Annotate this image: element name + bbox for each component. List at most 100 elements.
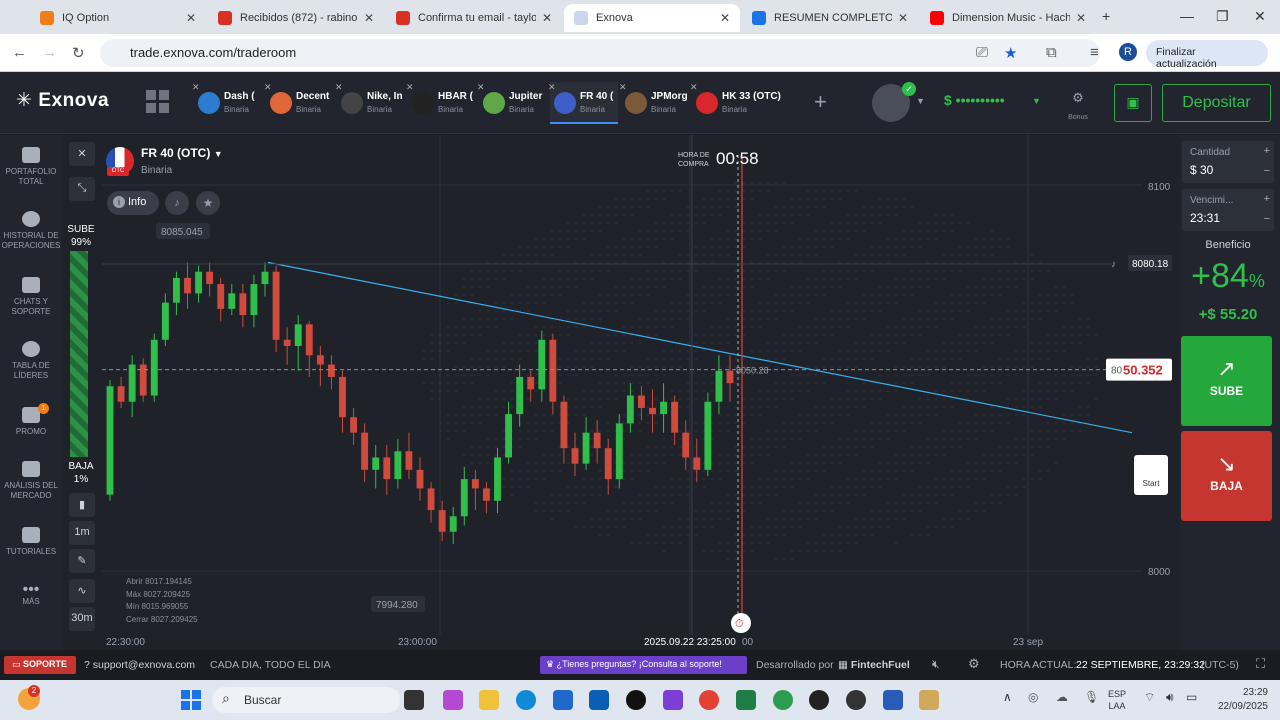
close-asset-icon[interactable]: ✕ bbox=[192, 82, 200, 93]
asset-tab[interactable]: ✕ HK 33 (OTC) Binaria bbox=[690, 82, 781, 124]
browser-tab[interactable]: Confirma tu email - taylor ✕ bbox=[386, 4, 562, 32]
support-promo-banner[interactable]: ♛ ¿Tienes preguntas? ¡Consulta al soport… bbox=[540, 656, 747, 674]
minimize-icon[interactable]: — bbox=[1180, 8, 1194, 24]
tray-chevron-icon[interactable]: ∧ bbox=[1003, 690, 1012, 704]
support-email[interactable]: ? support@exnova.com bbox=[84, 659, 195, 671]
trading-chart[interactable]: 8100 8000 22:30:00 23:00:00 2025.09.22 23:25… bbox=[62, 135, 1180, 650]
asset-selector[interactable]: FR 40 (OTC) ▼ bbox=[141, 146, 223, 160]
tab-close-icon[interactable]: ✕ bbox=[542, 11, 552, 25]
expiry-field[interactable]: Vencimi... 23:31 + − bbox=[1182, 189, 1274, 231]
timeframe-button[interactable]: 1m bbox=[69, 521, 95, 545]
balance-chevron-icon[interactable]: ▼ bbox=[1032, 96, 1041, 106]
asset-tab[interactable]: ✕ Nike, In Binaria bbox=[335, 82, 405, 124]
close-chart-button[interactable]: ✕ bbox=[69, 142, 95, 166]
profile-avatar[interactable]: R bbox=[1119, 43, 1137, 61]
media-icon[interactable]: ≡ bbox=[1090, 44, 1099, 61]
sidebar-item-history[interactable]: HISTORIAL DE OPERACIONES bbox=[0, 211, 62, 251]
app-icon[interactable] bbox=[846, 690, 866, 710]
sidebar-item-leaderboard[interactable]: TABLA DE LÍDERES bbox=[0, 341, 62, 381]
tab-close-icon[interactable]: ✕ bbox=[898, 11, 908, 25]
fintechfuel-link[interactable]: ▦ FintechFuel bbox=[838, 659, 910, 671]
sidebar-item-market-analysis[interactable]: ANÁLISIS DEL MERCADO bbox=[0, 461, 62, 501]
language-indicator[interactable]: ESP LAA bbox=[1108, 688, 1126, 712]
wifi-icon[interactable]: ⌔ bbox=[1144, 690, 1155, 705]
sidebar-item-more[interactable]: ••• MÁS bbox=[0, 582, 62, 607]
windows-start-icon[interactable] bbox=[181, 690, 201, 710]
asset-tab[interactable]: ✕ Decent Binaria bbox=[264, 82, 334, 124]
system-clock[interactable]: 23:29 22/09/2025 bbox=[1206, 686, 1268, 714]
minus-icon[interactable]: − bbox=[1264, 213, 1270, 225]
onedrive-icon[interactable]: ☁ bbox=[1056, 690, 1068, 704]
add-asset-icon[interactable]: + bbox=[814, 89, 827, 115]
asset-tab[interactable]: ✕ Jupiter Binaria bbox=[477, 82, 547, 124]
start-widget[interactable]: Start bbox=[1134, 455, 1168, 495]
task-view-icon[interactable] bbox=[404, 690, 424, 710]
app-icon[interactable] bbox=[626, 690, 646, 710]
install-app-icon[interactable]: ⎚ bbox=[976, 44, 988, 61]
paint-icon[interactable] bbox=[919, 690, 939, 710]
chrome-profile-icon[interactable] bbox=[773, 690, 793, 710]
plus-icon[interactable]: + bbox=[1264, 193, 1270, 205]
new-tab-button[interactable]: + bbox=[1102, 8, 1110, 24]
bell-icon[interactable]: ♪ bbox=[165, 191, 189, 215]
reload-icon[interactable]: ↻ bbox=[72, 44, 85, 62]
app-icon[interactable] bbox=[663, 690, 683, 710]
word-icon[interactable] bbox=[883, 690, 903, 710]
asset-grid-icon[interactable] bbox=[146, 90, 170, 114]
info-button[interactable]: i Info bbox=[107, 191, 159, 215]
microphone-icon[interactable]: 🎙︎ bbox=[1084, 690, 1099, 704]
extensions-icon[interactable]: ⧉ bbox=[1046, 44, 1057, 61]
tab-close-icon[interactable]: ✕ bbox=[364, 11, 374, 25]
star-icon[interactable]: ★ bbox=[196, 191, 220, 215]
forward-icon[interactable]: → bbox=[42, 44, 57, 61]
chart-type-icon[interactable]: ▮ bbox=[69, 493, 95, 517]
plus-icon[interactable]: + bbox=[1264, 145, 1270, 157]
battery-icon[interactable]: ▭ bbox=[1186, 690, 1197, 704]
asset-tab[interactable]: ✕ HBAR (Binaria bbox=[406, 82, 476, 124]
amount-field[interactable]: Cantidad $ 30 + − bbox=[1182, 141, 1274, 183]
mute-icon[interactable]: 🔇︎ bbox=[932, 657, 940, 672]
fullscreen-icon[interactable]: ⛶ bbox=[1256, 656, 1265, 672]
copilot-icon[interactable] bbox=[443, 690, 463, 710]
outlook-icon[interactable] bbox=[589, 690, 609, 710]
tray-app-icon[interactable]: ◎ bbox=[1028, 690, 1038, 704]
browser-tab-active[interactable]: Exnova ✕ bbox=[564, 4, 740, 32]
put-button[interactable]: ↘ BAJA bbox=[1181, 431, 1272, 521]
tab-close-icon[interactable]: ✕ bbox=[720, 11, 730, 25]
exnova-logo[interactable]: ✳ Exnova bbox=[16, 89, 109, 112]
store-icon[interactable] bbox=[553, 690, 573, 710]
sidebar-item-promo[interactable]: PROMO 1 bbox=[0, 403, 62, 437]
back-icon[interactable]: ← bbox=[12, 44, 27, 61]
chart-canvas[interactable]: 8100800022:30:00 23:00:00 2025.09.22 23:25… bbox=[62, 135, 1180, 650]
close-asset-icon[interactable]: ✕ bbox=[264, 82, 272, 93]
bonus-button[interactable]: ⚙ Bonus bbox=[1064, 90, 1092, 124]
bookmark-star-icon[interactable]: ★ bbox=[1004, 44, 1017, 62]
maximize-icon[interactable]: ❐ bbox=[1216, 8, 1229, 25]
close-asset-icon[interactable]: ✕ bbox=[619, 82, 627, 93]
tab-close-icon[interactable]: ✕ bbox=[1076, 11, 1086, 25]
browser-tab[interactable]: Recibidos (872) - rabinoin ✕ bbox=[208, 4, 384, 32]
browser-tab[interactable]: Dimension Music - Hachik ✕ bbox=[920, 4, 1096, 32]
asset-tab[interactable]: ✕ Dash (Binaria bbox=[192, 82, 262, 124]
asset-tab[interactable]: ✕ FR 40 (Binaria bbox=[548, 82, 618, 124]
minus-icon[interactable]: − bbox=[1264, 165, 1270, 177]
media-player-icon[interactable] bbox=[809, 690, 829, 710]
drawing-tool-icon[interactable]: ✎ bbox=[69, 549, 95, 573]
browser-tab[interactable]: IQ Option ✕ bbox=[30, 4, 206, 32]
close-window-icon[interactable]: ✕ bbox=[1254, 8, 1266, 25]
browser-tab[interactable]: RESUMEN COMPLETO ✕ bbox=[742, 4, 918, 32]
settings-gear-icon[interactable]: ⚙ bbox=[968, 656, 980, 672]
sidebar-item-tutorials[interactable]: TUTORIALES bbox=[0, 527, 62, 557]
edge-icon[interactable] bbox=[516, 690, 536, 710]
close-asset-icon[interactable]: ✕ bbox=[690, 82, 698, 93]
close-asset-icon[interactable]: ✕ bbox=[477, 82, 485, 93]
collapse-icon[interactable]: ⤡ bbox=[69, 177, 95, 201]
asset-tab[interactable]: ✕ JPMorg Binaria bbox=[619, 82, 689, 124]
period-button[interactable]: 30m bbox=[69, 607, 95, 631]
balance-display[interactable]: $ •••••••••• bbox=[944, 92, 1005, 108]
support-button[interactable]: ▭ SOPORTE bbox=[4, 656, 76, 674]
update-button[interactable]: Finalizar actualización bbox=[1146, 40, 1268, 70]
chrome-icon[interactable] bbox=[699, 690, 719, 710]
sidebar-item-portfolio[interactable]: PORTAFOLIO TOTAL bbox=[0, 147, 62, 187]
volume-icon[interactable]: 🔊︎ bbox=[1166, 690, 1174, 705]
